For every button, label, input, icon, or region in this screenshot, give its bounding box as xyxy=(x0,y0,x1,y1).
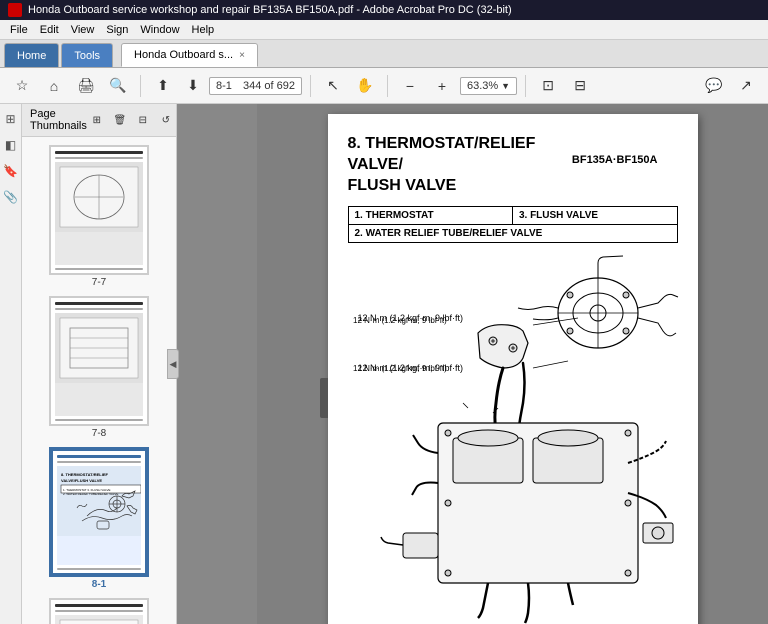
menu-bar: File Edit View Sign Window Help xyxy=(0,20,768,40)
thumbnail-rotate-btn[interactable]: ↺ xyxy=(156,111,176,129)
thumbnail-item-8-1[interactable]: 8. THERMOSTAT/RELIEF VALVE/FLUSH VALVE 1… xyxy=(26,447,172,590)
annotation-1: 12 N·m (1.2 kgf·m, 9 lbf·ft) xyxy=(358,313,464,323)
pdf-model-ref: BF135A·BF150A xyxy=(572,154,658,166)
thumbnail-tools: ⊞ 🗑 ⊟ ↺ × xyxy=(87,111,177,129)
tab-home[interactable]: Home xyxy=(4,43,59,67)
window-title: Honda Outboard service workshop and repa… xyxy=(28,4,512,16)
fit-page-btn[interactable]: ⊡ xyxy=(534,72,562,100)
chapter-title-line2: FLUSH VALVE xyxy=(348,177,457,194)
thumbnail-move-btn[interactable]: ⊟ xyxy=(133,111,153,129)
sep3 xyxy=(387,75,388,97)
bookmark-btn[interactable]: ☆ xyxy=(8,72,36,100)
prev-page-btn[interactable]: ⬆ xyxy=(149,72,177,100)
home-btn[interactable]: ⌂ xyxy=(40,72,68,100)
hand-tool-btn[interactable]: ✋ xyxy=(351,72,379,100)
thumbnail-img-7-8 xyxy=(49,296,149,426)
zoom-value: 63.3% xyxy=(467,80,498,92)
pdf-content-area: 8. THERMOSTAT/RELIEF VALVE/ FLUSH VALVE … xyxy=(257,104,768,624)
bookmark-panel-icon[interactable]: 🔖 xyxy=(2,162,20,180)
tab-tools-label: Tools xyxy=(74,50,100,62)
thumbnail-img-7-7 xyxy=(49,145,149,275)
print-btn[interactable]: 🖨 xyxy=(72,72,100,100)
pdf-page: 8. THERMOSTAT/RELIEF VALVE/ FLUSH VALVE … xyxy=(328,114,698,624)
main-area: ⊞ ◧ 🔖 📎 Page Thumbnails ⊞ 🗑 ⊟ ↺ × xyxy=(0,104,768,624)
toolbar: ☆ ⌂ 🖨 🔍 ⬆ ⬇ 8-1 344 of 692 ↖ ✋ − + 63.3%… xyxy=(0,68,768,104)
thumbnail-img-8-2: 8-2 xyxy=(49,598,149,624)
page-drag-handle[interactable] xyxy=(320,378,328,418)
toc-item-2: 2. WATER RELIEF TUBE/RELIEF VALVE xyxy=(348,225,677,243)
page-current: 8-1 xyxy=(216,80,232,92)
technical-diagram: 12 N·m (1.2 kgf·m, 9 lbf·ft) 12 N·m (1.2… xyxy=(348,253,688,624)
thumbnail-view-btn[interactable]: ⊞ xyxy=(87,111,107,129)
zoom-in-btn[interactable]: + xyxy=(428,72,456,100)
zoom-level[interactable]: 63.3% ▼ xyxy=(460,77,517,95)
next-page-btn[interactable]: ⬇ xyxy=(179,72,207,100)
menu-view[interactable]: View xyxy=(65,22,101,38)
chapter-title-line1: 8. THERMOSTAT/RELIEF VALVE/ xyxy=(348,135,536,173)
nav-controls: ⬆ ⬇ 8-1 344 of 692 xyxy=(149,72,302,100)
menu-window[interactable]: Window xyxy=(134,22,185,38)
panel-collapse-btn[interactable]: ◀ xyxy=(167,349,179,379)
app-icon xyxy=(8,3,22,17)
thumbnail-label-8-1: 8-1 xyxy=(92,579,106,590)
thumbnail-header: Page Thumbnails ⊞ 🗑 ⊟ ↺ × xyxy=(22,104,176,137)
pdf-toc-table: 1. THERMOSTAT 3. FLUSH VALVE 2. WATER RE… xyxy=(348,206,678,243)
annotation-2: 12 N·m (1.2 kgf·m, 9 lbf·ft) xyxy=(358,363,464,373)
attachments-icon[interactable]: 📎 xyxy=(2,188,20,206)
svg-text:8. THERMOSTAT/RELIEF: 8. THERMOSTAT/RELIEF xyxy=(61,472,109,477)
sep1 xyxy=(140,75,141,97)
thumbnail-label-7-8: 7-8 xyxy=(92,428,106,439)
thumbnail-item-8-2[interactable]: 8-2 xyxy=(26,598,172,624)
tab-document[interactable]: Honda Outboard s... × xyxy=(121,43,258,67)
pdf-spine xyxy=(177,104,257,624)
menu-sign[interactable]: Sign xyxy=(100,22,134,38)
sep2 xyxy=(310,75,311,97)
fit-width-btn[interactable]: ⊟ xyxy=(566,72,594,100)
zoom-dropdown-icon: ▼ xyxy=(501,81,510,91)
comment-btn[interactable]: 💬 xyxy=(700,72,728,100)
layers-icon[interactable]: ◧ xyxy=(2,136,20,154)
menu-edit[interactable]: Edit xyxy=(34,22,65,38)
nav-panel-icon[interactable]: ⊞ xyxy=(2,110,20,128)
zoom-marquee-btn[interactable]: 🔍 xyxy=(104,72,132,100)
tab-bar: Home Tools Honda Outboard s... × xyxy=(0,40,768,68)
tab-home-label: Home xyxy=(17,50,46,62)
pdf-chapter-title: 8. THERMOSTAT/RELIEF VALVE/ FLUSH VALVE xyxy=(348,134,578,196)
tab-tools[interactable]: Tools xyxy=(61,43,113,67)
toc-item-3: 3. FLUSH VALVE xyxy=(512,207,677,225)
thumbnail-img-8-1: 8. THERMOSTAT/RELIEF VALVE/FLUSH VALVE 1… xyxy=(49,447,149,577)
thumbnail-panel: Page Thumbnails ⊞ 🗑 ⊟ ↺ × xyxy=(22,104,177,624)
menu-help[interactable]: Help xyxy=(186,22,221,38)
zoom-out-btn[interactable]: − xyxy=(396,72,424,100)
thumbnail-label-7-7: 7-7 xyxy=(92,277,106,288)
tab-document-label: Honda Outboard s... xyxy=(134,49,233,61)
thumbnail-item-7-7[interactable]: 7-7 xyxy=(26,145,172,288)
thumbnail-delete-btn[interactable]: 🗑 xyxy=(110,111,130,129)
share-btn[interactable]: ↗ xyxy=(732,72,760,100)
thumbnail-panel-title: Page Thumbnails xyxy=(30,108,87,132)
menu-file[interactable]: File xyxy=(4,22,34,38)
svg-text:VALVE/FLUSH VALVE: VALVE/FLUSH VALVE xyxy=(61,478,102,483)
thumbnail-item-7-8[interactable]: 7-8 xyxy=(26,296,172,439)
toc-item-1: 1. THERMOSTAT xyxy=(348,207,512,225)
page-total: 344 of 692 xyxy=(243,80,295,92)
svg-text:2. WATER RELIEF TUBE/RELIEF VA: 2. WATER RELIEF TUBE/RELIEF VALVE xyxy=(63,492,118,496)
left-sidebar-icons: ⊞ ◧ 🔖 📎 xyxy=(0,104,22,624)
title-bar: Honda Outboard service workshop and repa… xyxy=(0,0,768,20)
page-info: 8-1 344 of 692 xyxy=(209,77,302,95)
pdf-diagram-area: 12 N·m (1.2 kgf·m, 9 lbf·ft) 12 N·m (1.2… xyxy=(348,253,678,624)
cursor-tool-btn[interactable]: ↖ xyxy=(319,72,347,100)
thumbnail-list: 7-7 xyxy=(22,137,176,624)
sep4 xyxy=(525,75,526,97)
tab-close-btn[interactable]: × xyxy=(239,50,245,61)
